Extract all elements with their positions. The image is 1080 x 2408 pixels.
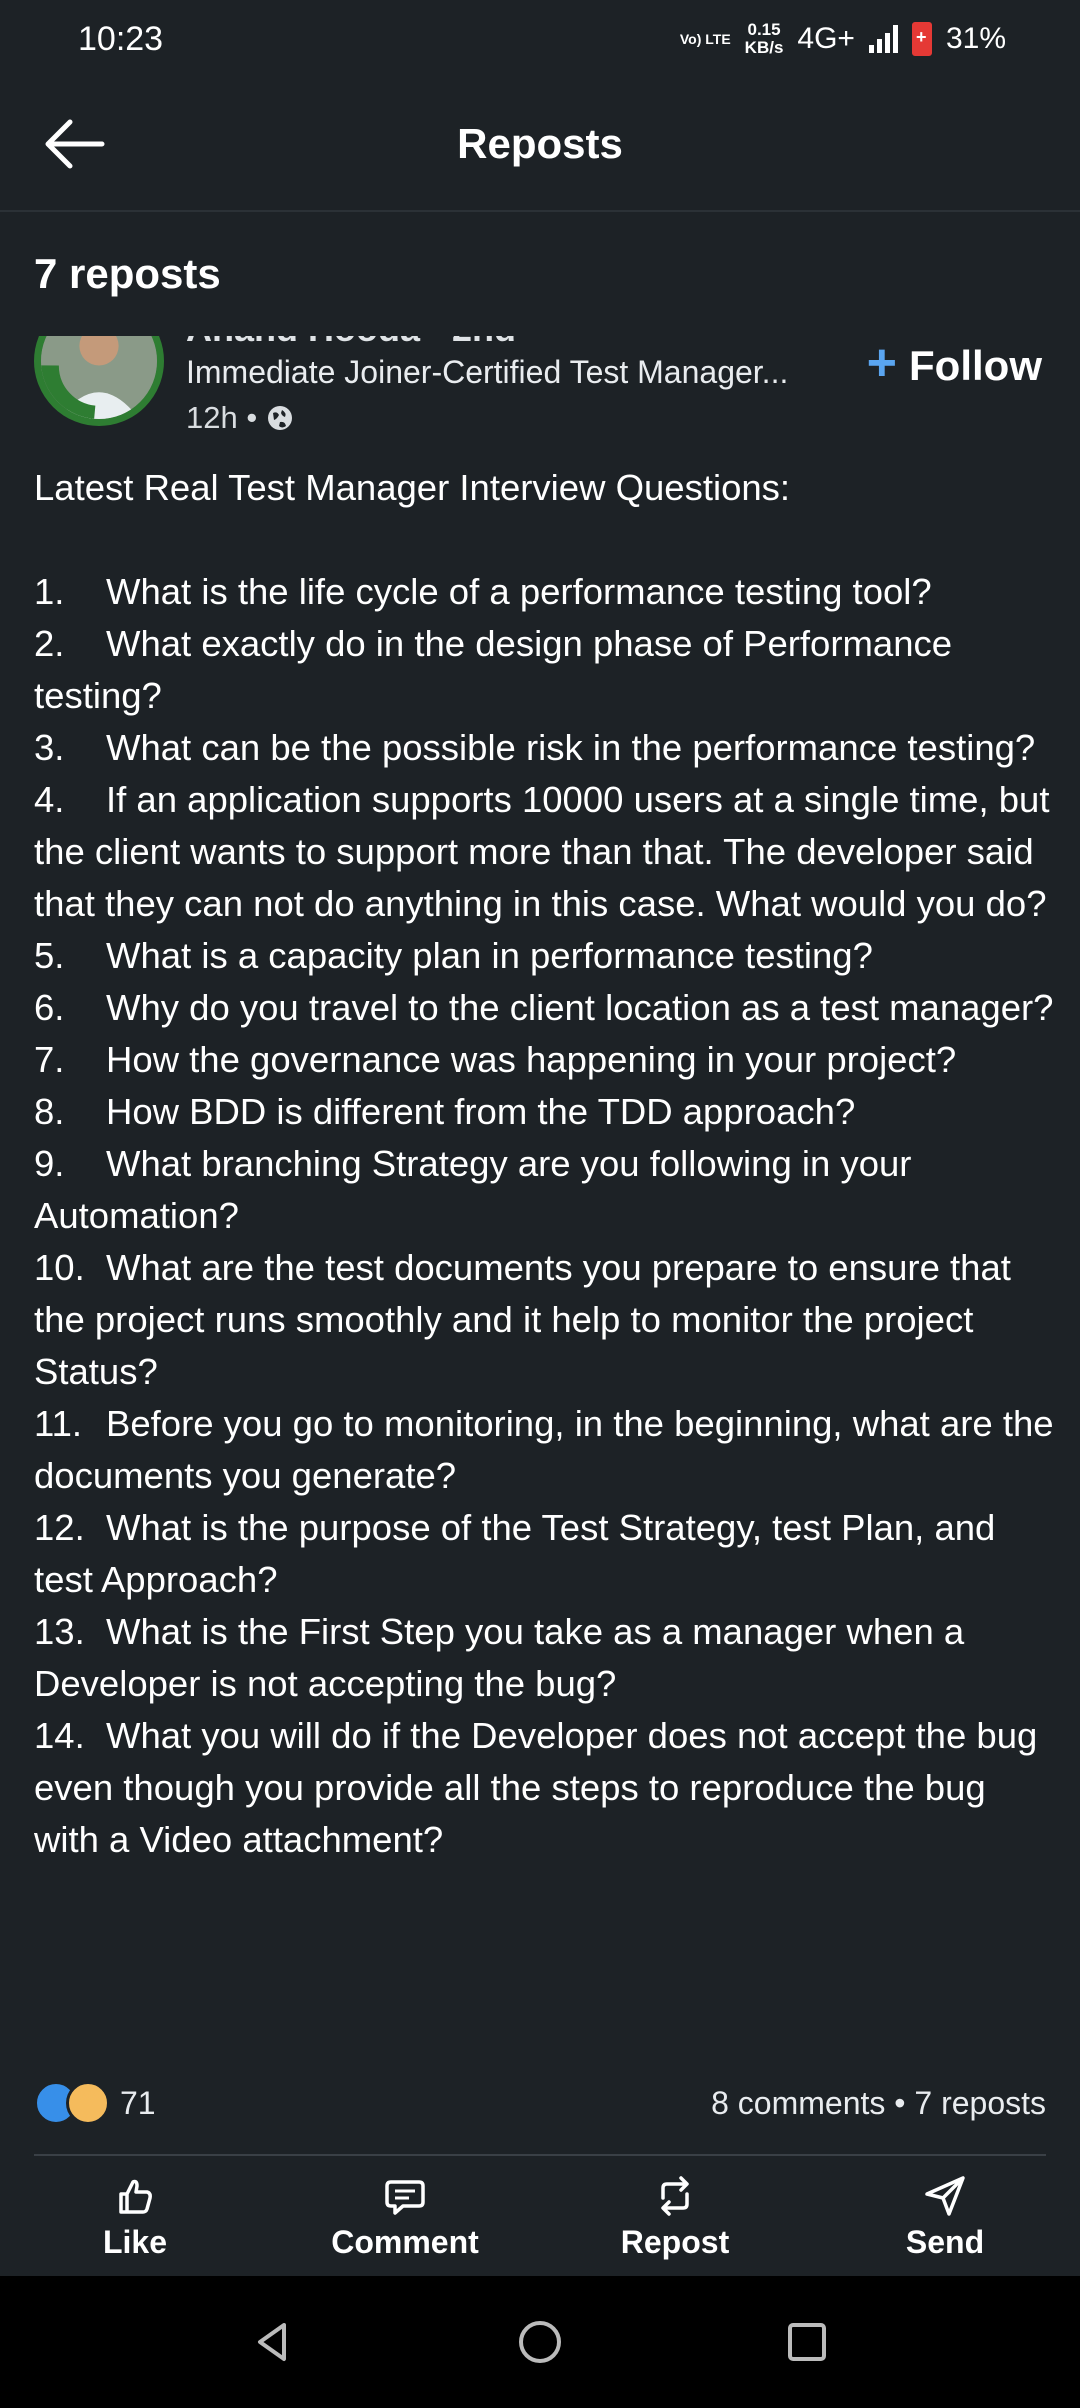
globe-icon <box>268 406 293 430</box>
comment-button[interactable]: Comment <box>295 2174 515 2261</box>
author-avatar[interactable] <box>34 336 164 426</box>
question-item: 2. What exactly do in the design phase of… <box>34 618 1054 722</box>
question-item: 10. What are the test documents you prepa… <box>34 1242 1054 1398</box>
question-number: 3. <box>34 727 65 768</box>
back-arrow-icon <box>45 119 105 169</box>
nav-recents-icon[interactable] <box>782 2317 832 2367</box>
question-text: What is the purpose of the Test Strategy… <box>34 1507 996 1600</box>
reaction-count: 71 <box>120 2084 156 2121</box>
comment-icon <box>385 2179 425 2215</box>
question-text: How BDD is different from the TDD approa… <box>106 1091 856 1132</box>
signal-icon <box>868 25 898 53</box>
question-item: 5. What is a capacity plan in performance… <box>34 930 1054 982</box>
status-icons: Vo) LTE 0.15 KB/s 4G+ 31% <box>680 21 1006 57</box>
like-button[interactable]: Like <box>25 2174 245 2261</box>
question-text: What branching Strategy are you followin… <box>34 1143 912 1236</box>
question-number: 14. <box>34 1715 85 1756</box>
question-item: 3. What can be the possible risk in the p… <box>34 722 1054 774</box>
status-time: 10:23 <box>78 19 164 58</box>
status-bar: 10:23 Vo) LTE 0.15 KB/s 4G+ 31% <box>0 0 1080 78</box>
network-speed-value: 0.15 <box>747 20 781 39</box>
question-item: 1. What is the life cycle of a performanc… <box>34 566 1054 618</box>
avatar-image <box>41 336 157 419</box>
author-name[interactable]: Anand Hooda · 2nd <box>186 336 516 350</box>
network-speed-unit: KB/s <box>744 38 784 57</box>
repost-icon <box>661 2175 689 2216</box>
post-meta: 12h • <box>186 400 295 436</box>
like-icon <box>119 2179 152 2214</box>
question-text: How the governance was happening in your… <box>106 1039 957 1080</box>
question-text: What can be the possible risk in the per… <box>106 727 1036 768</box>
nav-home-icon[interactable] <box>515 2317 565 2367</box>
question-text: Why do you travel to the client location… <box>106 987 1054 1028</box>
back-button[interactable] <box>40 114 112 174</box>
reposts-count: 7 reposts <box>34 250 221 297</box>
social-counts: 71 8 comments • 7 reposts <box>34 2068 1046 2138</box>
question-number: 7. <box>34 1039 65 1080</box>
question-item: 9. What branching Strategy are you follow… <box>34 1138 1054 1242</box>
question-number: 9. <box>34 1143 65 1184</box>
question-number: 13. <box>34 1611 85 1652</box>
question-item: 8. How BDD is different from the TDD appr… <box>34 1086 1054 1138</box>
question-item: 14. What you will do if the Developer doe… <box>34 1710 1054 1866</box>
question-text: What are the test documents you prepare … <box>34 1247 1011 1392</box>
question-text: What is the First Step you take as a man… <box>34 1611 965 1704</box>
question-text: If an application supports 10000 users a… <box>34 779 1050 924</box>
send-label: Send <box>905 2223 985 2260</box>
insightful-reaction-icon <box>66 2081 110 2125</box>
question-item: 13. What is the First Step you take as a … <box>34 1606 1054 1710</box>
question-text: What exactly do in the design phase of P… <box>34 623 953 716</box>
repost-label: Repost <box>620 2223 730 2260</box>
question-number: 6. <box>34 987 65 1028</box>
question-number: 5. <box>34 935 65 976</box>
question-item: 6. Why do you travel to the client locati… <box>34 982 1054 1034</box>
question-number: 4. <box>34 779 65 820</box>
actions-divider <box>34 2154 1046 2156</box>
reposts-header: 7 reposts <box>0 212 1080 336</box>
like-label: Like <box>102 2223 168 2260</box>
question-text: What you will do if the Developer does n… <box>34 1715 1038 1860</box>
repost-button[interactable]: Repost <box>565 2174 785 2261</box>
post-text[interactable]: Latest Real Test Manager Interview Quest… <box>34 462 1054 1866</box>
post-actions: Like Comment Repost Send <box>0 2158 1080 2276</box>
system-nav-bar <box>0 2276 1080 2408</box>
plus-icon: + <box>866 336 898 392</box>
battery-percent: 31% <box>945 22 1006 55</box>
question-number: 2. <box>34 623 65 664</box>
question-item: 12. What is the purpose of the Test Strat… <box>34 1502 1054 1606</box>
question-number: 12. <box>34 1507 85 1548</box>
question-number: 1. <box>34 571 65 612</box>
repost-card[interactable]: Anand Hooda · 2nd Immediate Joiner-Certi… <box>0 336 1080 2276</box>
network-speed: 0.15 KB/s <box>745 21 784 57</box>
nav-back-icon[interactable] <box>248 2317 298 2367</box>
battery-icon <box>911 22 932 56</box>
reaction-icons <box>34 2081 110 2125</box>
question-text: What is a capacity plan in performance t… <box>106 935 873 976</box>
engagement-counts[interactable]: 8 comments • 7 reposts <box>711 2085 1046 2122</box>
question-number: 8. <box>34 1091 65 1132</box>
app-bar: Reposts <box>0 78 1080 210</box>
volte-indicator: Vo) LTE <box>679 30 731 47</box>
send-button[interactable]: Send <box>835 2174 1055 2261</box>
question-item: 7. How the governance was happening in yo… <box>34 1034 1054 1086</box>
reactions[interactable]: 71 <box>34 2081 156 2125</box>
follow-button[interactable]: + Follow <box>867 336 1042 396</box>
comment-label: Comment <box>331 2223 479 2260</box>
question-item: 4. If an application supports 10000 users… <box>34 774 1054 930</box>
follow-label: Follow <box>909 342 1042 389</box>
question-item: 11. Before you go to monitoring, in the b… <box>34 1398 1054 1502</box>
network-type: 4G+ <box>797 22 855 55</box>
post-intro: Latest Real Test Manager Interview Quest… <box>34 467 791 508</box>
question-list: 1. What is the life cycle of a performanc… <box>34 566 1054 1866</box>
author-headline: Immediate Joiner-Certified Test Manager.… <box>186 354 789 390</box>
question-text: What is the life cycle of a performance … <box>106 571 932 612</box>
question-text: Before you go to monitoring, in the begi… <box>34 1403 1054 1496</box>
post-timestamp: 12h • <box>186 400 258 435</box>
send-icon <box>925 2175 965 2216</box>
question-number: 10. <box>34 1247 85 1288</box>
page-title: Reposts <box>457 120 623 167</box>
question-number: 11. <box>34 1403 83 1444</box>
